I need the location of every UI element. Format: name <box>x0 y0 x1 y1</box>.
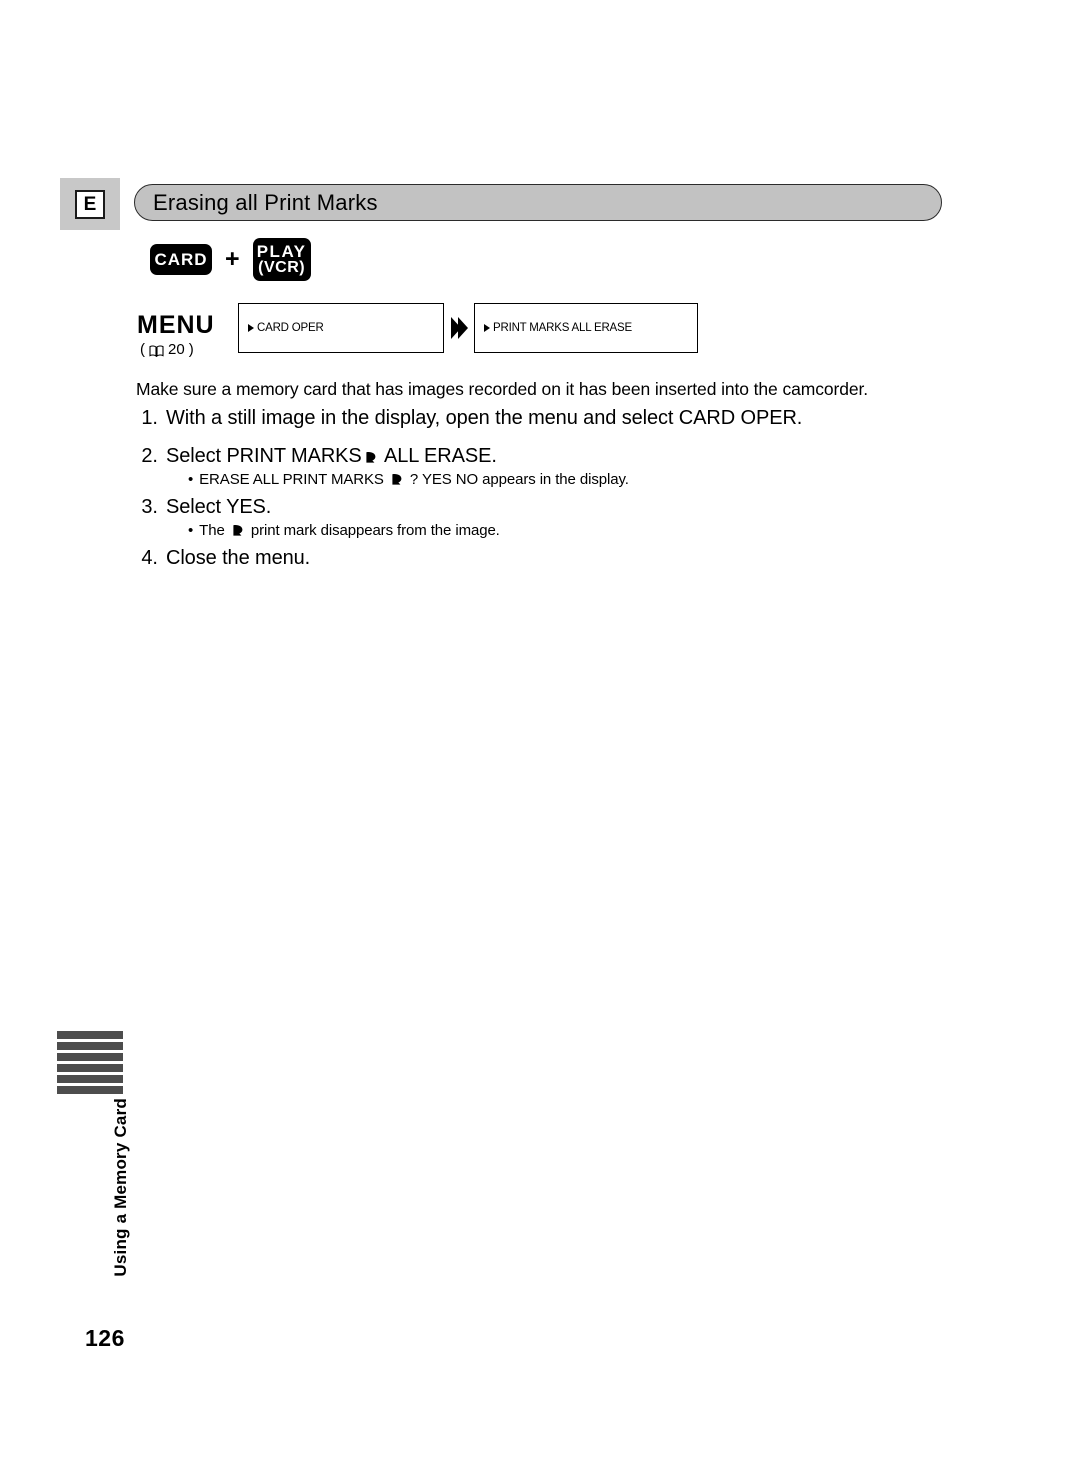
plus-separator: + <box>225 245 240 273</box>
step-number: 4. <box>141 547 158 569</box>
step-item: 2. Select PRINT MARKS ALL ERASE. <box>128 445 958 468</box>
book-icon <box>149 344 164 357</box>
menu-flow-diagram: CARD OPER PRINT MARKS ALL ERASE <box>238 303 698 353</box>
step-number: 3. <box>141 496 158 518</box>
reference-page-number: 20 <box>168 341 185 358</box>
page-title: Erasing all Print Marks <box>153 189 378 215</box>
thumb-tab-bar <box>57 1086 123 1094</box>
thumb-tab-bar <box>57 1042 123 1050</box>
card-mode-label: CARD <box>154 249 208 269</box>
reference-close-paren: ) <box>188 341 194 358</box>
chapter-label-vertical: Using a Memory Card <box>108 1098 134 1298</box>
language-marker-e: E <box>75 190 105 219</box>
flow-arrow-icon <box>444 315 474 341</box>
step-text-after-mark: ALL ERASE. <box>379 445 497 467</box>
play-vcr-mode-button[interactable]: PLAY (VCR) <box>252 238 311 281</box>
bullet-text-before-mark: ERASE ALL PRINT MARKS <box>199 471 388 488</box>
thumb-tab-bar <box>57 1053 123 1061</box>
print-mark-icon <box>390 472 404 486</box>
menu-label: MENU <box>137 311 215 339</box>
thumb-tab-bar <box>57 1075 123 1083</box>
mode-button-row: CARD + PLAY (VCR) <box>150 238 311 281</box>
step-bullet: • ERASE ALL PRINT MARKS ? YES NO appears … <box>188 471 958 488</box>
menu-cursor-triangle-icon <box>484 324 490 332</box>
step-number: 1. <box>141 407 158 429</box>
bullet-dot: • <box>188 471 194 488</box>
step-text: Select PRINT MARKS ALL ERASE. <box>166 445 497 468</box>
step-item: 4. Close the menu. <box>128 547 958 570</box>
menu-box-card-oper[interactable]: CARD OPER <box>238 303 444 353</box>
page-number: 126 <box>85 1325 125 1351</box>
step-text: With a still image in the display, open … <box>166 407 803 429</box>
menu-box-print-marks-all-erase[interactable]: PRINT MARKS ALL ERASE <box>474 303 698 353</box>
reference-open-paren: ( <box>140 341 145 358</box>
step-text-before-mark: Select PRINT MARKS <box>166 445 362 467</box>
step-number: 2. <box>141 445 158 467</box>
play-mode-label: PLAY <box>256 242 307 261</box>
step-item: 1. With a still image in the display, op… <box>128 407 958 430</box>
menu-box-print-marks-label: PRINT MARKS ALL ERASE <box>493 322 632 334</box>
vcr-mode-label: (VCR) <box>258 259 306 276</box>
step-item: 3. Select YES. <box>128 496 958 519</box>
menu-box-card-oper-label: CARD OPER <box>257 322 324 334</box>
step-text: Select YES. <box>166 496 272 518</box>
menu-cursor-triangle-icon <box>248 324 254 332</box>
bullet-text-after-mark: print mark disappears from the image. <box>246 522 500 539</box>
chapter-label-text: Using a Memory Card <box>111 1098 130 1277</box>
chapter-thumb-tab <box>57 1031 123 1097</box>
step-bullet: • The print mark disappears from the imag… <box>188 522 958 539</box>
print-mark-icon <box>231 523 245 537</box>
bullet-text-after-mark: ? YES NO appears in the display. <box>405 471 629 488</box>
thumb-tab-bar <box>57 1064 123 1072</box>
menu-page-reference: ( 20 ) <box>140 341 194 358</box>
intro-paragraph: Make sure a memory card that has images … <box>136 379 869 399</box>
step-text: Close the menu. <box>166 547 311 569</box>
instruction-steps: 1. With a still image in the display, op… <box>128 407 958 572</box>
card-mode-button[interactable]: CARD <box>150 244 212 275</box>
bullet-dot: • <box>188 522 194 539</box>
bullet-text-before-mark: The <box>199 522 229 539</box>
section-title-bar: Erasing all Print Marks <box>134 184 942 221</box>
thumb-tab-bar <box>57 1031 123 1039</box>
print-mark-icon <box>364 450 378 464</box>
